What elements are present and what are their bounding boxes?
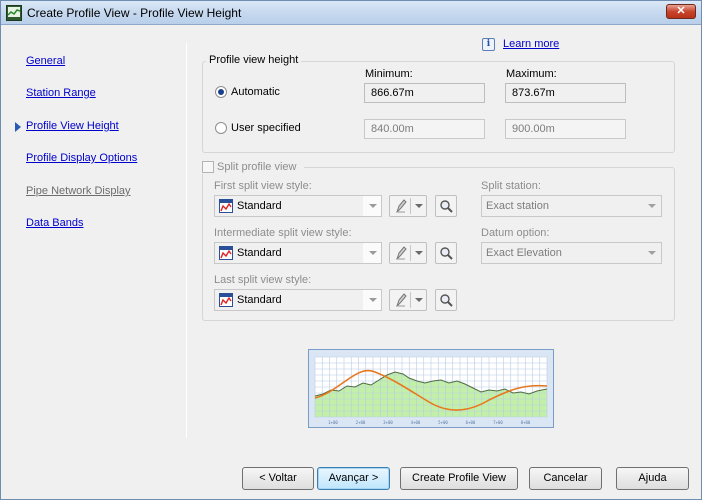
edit-style-icon [396, 199, 407, 213]
last-split-style-combo[interactable]: Standard [214, 289, 382, 311]
last-split-preview-button[interactable] [435, 289, 457, 311]
chevron-down-icon [648, 251, 656, 255]
intermediate-split-style-label: Intermediate split view style: [214, 227, 352, 239]
info-icon: i [482, 38, 495, 51]
user-specified-label: User specified [231, 122, 301, 134]
profile-view-height-group [202, 61, 675, 153]
datum-option-dropdown[interactable]: Exact Elevation [481, 242, 662, 264]
magnifier-icon [440, 247, 453, 260]
magnifier-icon [440, 294, 453, 307]
chevron-down-icon [648, 204, 656, 208]
user-maximum-field[interactable]: 900.00m [505, 119, 626, 139]
intermediate-split-preview-button[interactable] [435, 242, 457, 264]
view-style-icon [219, 293, 233, 307]
datum-option-value: Exact Elevation [486, 247, 562, 259]
user-minimum-field[interactable]: 840.00m [364, 119, 485, 139]
minimum-label: Minimum: [365, 68, 413, 80]
split-station-dropdown[interactable]: Exact station [481, 195, 662, 217]
chevron-down-icon [369, 204, 377, 208]
last-split-style-value: Standard [237, 294, 282, 306]
learn-more-link[interactable]: Learn more [503, 38, 559, 50]
profile-view-app-icon [6, 5, 22, 21]
title-bar: Create Profile View - Profile View Heigh… [1, 1, 701, 25]
intermediate-split-style-combo[interactable]: Standard [214, 242, 382, 264]
station-tick-label: 3+00 [383, 420, 393, 425]
chevron-down-icon [415, 298, 423, 302]
station-tick-label: 4+00 [411, 420, 421, 425]
profile-view-height-legend: Profile view height [206, 54, 302, 66]
first-split-preview-button[interactable] [435, 195, 457, 217]
window-title: Create Profile View - Profile View Heigh… [27, 6, 242, 20]
chevron-down-icon [369, 298, 377, 302]
station-tick-label: 7+00 [493, 420, 503, 425]
split-profile-view-checkbox[interactable] [202, 161, 214, 173]
first-split-style-label: First split view style: [214, 180, 312, 192]
view-style-icon [219, 199, 233, 213]
view-style-icon [219, 246, 233, 260]
station-tick-label: 5+00 [438, 420, 448, 425]
last-split-style-label: Last split view style: [214, 274, 312, 286]
close-button[interactable]: ✕ [666, 4, 696, 19]
maximum-label: Maximum: [506, 68, 557, 80]
automatic-label: Automatic [231, 86, 280, 98]
cancel-button[interactable]: Cancelar [529, 467, 602, 490]
nav-item-general[interactable]: General [26, 55, 65, 67]
nav-divider [186, 43, 187, 438]
automatic-radio[interactable] [215, 86, 227, 98]
profile-preview-graphic: 1+00 2+00 3+00 4+00 5+00 6+00 7+00 8+00 [309, 350, 553, 427]
split-station-label: Split station: [481, 180, 541, 192]
chevron-down-icon [415, 204, 423, 208]
profile-view-preview: 1+00 2+00 3+00 4+00 5+00 6+00 7+00 8+00 [308, 349, 554, 428]
station-tick-label: 1+00 [328, 420, 338, 425]
user-specified-radio[interactable] [215, 122, 227, 134]
nav-item-pipe-network-display: Pipe Network Display [26, 185, 131, 197]
first-split-edit-style-button[interactable] [389, 195, 427, 217]
automatic-minimum-field: 866.67m [364, 83, 485, 103]
station-tick-label: 8+00 [521, 420, 531, 425]
station-tick-label: 6+00 [466, 420, 476, 425]
first-split-style-combo[interactable]: Standard [214, 195, 382, 217]
nav-item-profile-display-options[interactable]: Profile Display Options [26, 152, 137, 164]
nav-item-data-bands[interactable]: Data Bands [26, 217, 83, 229]
edit-style-icon [396, 246, 407, 260]
split-station-value: Exact station [486, 200, 549, 212]
split-profile-view-label: Split profile view [217, 161, 297, 173]
chevron-down-icon [415, 251, 423, 255]
intermediate-split-edit-style-button[interactable] [389, 242, 427, 264]
chevron-down-icon [369, 251, 377, 255]
magnifier-icon [440, 200, 453, 213]
dialog-window: Create Profile View - Profile View Heigh… [0, 0, 702, 500]
edit-style-icon [396, 293, 407, 307]
create-profile-view-button[interactable]: Create Profile View [400, 467, 518, 490]
back-button[interactable]: < Voltar [242, 467, 314, 490]
next-button[interactable]: Avançar > [317, 467, 390, 490]
intermediate-split-style-value: Standard [237, 247, 282, 259]
first-split-style-value: Standard [237, 200, 282, 212]
help-button[interactable]: Ajuda [616, 467, 689, 490]
station-tick-label: 2+00 [356, 420, 366, 425]
nav-item-station-range[interactable]: Station Range [26, 87, 96, 99]
last-split-edit-style-button[interactable] [389, 289, 427, 311]
automatic-maximum-field: 873.67m [505, 83, 626, 103]
current-page-arrow-icon [15, 122, 21, 132]
datum-option-label: Datum option: [481, 227, 550, 239]
nav-item-profile-view-height[interactable]: Profile View Height [26, 120, 119, 132]
